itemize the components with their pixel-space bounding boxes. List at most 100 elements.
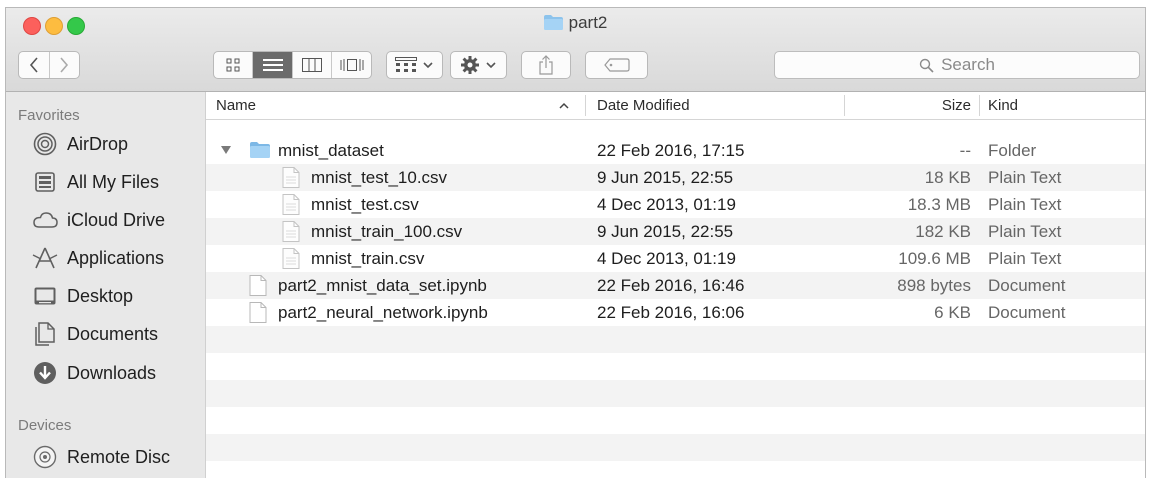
desktop-icon <box>32 283 58 309</box>
file-list: Name Date Modified Size Kind mnist_datas… <box>206 92 1145 478</box>
text-file-icon <box>282 248 300 269</box>
window-title-text: part2 <box>568 13 608 32</box>
sidebar-item-desktop[interactable]: Desktop <box>32 281 133 311</box>
tag-icon <box>603 58 630 72</box>
tags-button[interactable] <box>585 51 648 79</box>
file-name: mnist_test.csv <box>311 195 419 214</box>
sidebar-item-label: Desktop <box>67 285 134 306</box>
documents-icon <box>32 321 58 347</box>
table-row-mnist-train[interactable]: mnist_train.csv 4 Dec 2013, 01:19 109.6 … <box>206 245 1145 272</box>
empty-row <box>206 407 1145 434</box>
folder-icon <box>543 15 563 30</box>
file-name: part2_mnist_data_set.ipynb <box>278 276 487 295</box>
text-file-icon <box>282 194 300 215</box>
column-header-date[interactable]: Date Modified <box>597 92 690 119</box>
document-icon <box>249 302 267 323</box>
file-date: 4 Dec 2013, 01:19 <box>597 195 736 214</box>
file-kind: Document <box>988 303 1066 322</box>
disc-icon <box>32 444 58 470</box>
search-placeholder: Search <box>941 55 995 74</box>
file-date: 22 Feb 2016, 16:06 <box>597 303 745 322</box>
back-button[interactable] <box>19 52 50 78</box>
chevron-down-icon <box>423 62 433 69</box>
file-name: mnist_test_10.csv <box>311 168 448 187</box>
chevron-right-icon <box>60 57 69 73</box>
action-button[interactable] <box>450 51 507 79</box>
file-size: 109.6 MB <box>898 249 971 268</box>
file-date: 9 Jun 2015, 22:55 <box>597 222 734 241</box>
empty-row <box>206 326 1145 353</box>
search-field[interactable]: Search <box>774 51 1140 79</box>
file-kind: Plain Text <box>988 249 1062 268</box>
share-button[interactable] <box>521 51 571 79</box>
arrange-button[interactable] <box>386 51 443 79</box>
file-kind: Document <box>988 276 1066 295</box>
list-view-icon <box>262 59 283 71</box>
sidebar-item-downloads[interactable]: Downloads <box>32 358 156 388</box>
table-row-mnist-train-100[interactable]: mnist_train_100.csv 9 Jun 2015, 22:55 18… <box>206 218 1145 245</box>
favorites-heading: Favorites <box>18 107 80 124</box>
applications-icon <box>32 245 58 271</box>
file-name: mnist_dataset <box>278 141 384 160</box>
column-view-button[interactable] <box>293 52 333 78</box>
forward-button[interactable] <box>50 52 80 78</box>
column-header-size[interactable]: Size <box>942 92 971 119</box>
empty-row <box>206 380 1145 407</box>
column-separator[interactable] <box>844 95 845 116</box>
disclosure-triangle-icon[interactable] <box>221 146 231 155</box>
downloads-icon <box>32 360 58 386</box>
file-date: 9 Jun 2015, 22:55 <box>597 168 734 187</box>
column-separator[interactable] <box>979 95 980 116</box>
file-size: 6 KB <box>934 303 971 322</box>
sidebar-item-documents[interactable]: Documents <box>32 319 158 349</box>
table-row-part2-neural-network[interactable]: part2_neural_network.ipynb 22 Feb 2016, … <box>206 299 1145 326</box>
airdrop-icon <box>32 131 58 157</box>
file-kind: Plain Text <box>988 195 1062 214</box>
all-my-files-icon <box>32 169 58 195</box>
icon-view-button[interactable] <box>214 52 253 78</box>
cover-flow-icon <box>340 59 364 71</box>
file-date: 4 Dec 2013, 01:19 <box>597 249 736 268</box>
table-row-mnist-dataset[interactable]: mnist_dataset 22 Feb 2016, 17:15 -- Fold… <box>206 137 1145 164</box>
cloud-icon <box>32 207 58 233</box>
share-icon <box>539 55 553 75</box>
sidebar: Favorites AirDrop All My Files iCloud Dr… <box>6 92 206 478</box>
table-row-mnist-test-10[interactable]: mnist_test_10.csv 9 Jun 2015, 22:55 18 K… <box>206 164 1145 191</box>
sidebar-item-label: Remote Disc <box>67 446 171 467</box>
window-title: part2 <box>6 13 1145 33</box>
sidebar-item-label: All My Files <box>67 171 160 192</box>
column-header-kind[interactable]: Kind <box>988 92 1018 119</box>
sidebar-item-label: Documents <box>67 323 159 344</box>
file-size: 18 KB <box>924 168 971 187</box>
empty-row <box>206 461 1145 478</box>
empty-row <box>206 353 1145 380</box>
sidebar-item-label: AirDrop <box>67 133 129 154</box>
sidebar-item-label: iCloud Drive <box>67 209 166 230</box>
file-name: part2_neural_network.ipynb <box>278 303 488 322</box>
title-bar: part2 Search <box>6 8 1145 92</box>
sidebar-item-remote-disc[interactable]: Remote Disc <box>32 442 170 472</box>
table-row-part2-mnist-data-set[interactable]: part2_mnist_data_set.ipynb 22 Feb 2016, … <box>206 272 1145 299</box>
empty-row <box>206 434 1145 461</box>
file-name: mnist_train.csv <box>311 249 425 268</box>
chevron-down-icon <box>486 62 496 69</box>
sidebar-item-all-my-files[interactable]: All My Files <box>32 167 159 197</box>
file-kind: Folder <box>988 141 1037 160</box>
text-file-icon <box>282 167 300 188</box>
icon-view-icon <box>226 58 240 72</box>
sidebar-item-airdrop[interactable]: AirDrop <box>32 129 128 159</box>
list-view-button[interactable] <box>252 52 294 78</box>
column-view-icon <box>302 58 323 72</box>
sidebar-item-label: Applications <box>67 247 165 268</box>
file-date: 22 Feb 2016, 17:15 <box>597 141 745 160</box>
sidebar-item-icloud-drive[interactable]: iCloud Drive <box>32 205 165 235</box>
file-date: 22 Feb 2016, 16:46 <box>597 276 745 295</box>
table-row-mnist-test[interactable]: mnist_test.csv 4 Dec 2013, 01:19 18.3 MB… <box>206 191 1145 218</box>
column-header-name[interactable]: Name <box>216 92 256 119</box>
column-separator[interactable] <box>585 95 586 116</box>
cover-flow-view-button[interactable] <box>332 52 371 78</box>
sidebar-item-applications[interactable]: Applications <box>32 243 164 273</box>
document-icon <box>249 275 267 296</box>
file-kind: Plain Text <box>988 222 1062 241</box>
chevron-left-icon <box>29 57 38 73</box>
